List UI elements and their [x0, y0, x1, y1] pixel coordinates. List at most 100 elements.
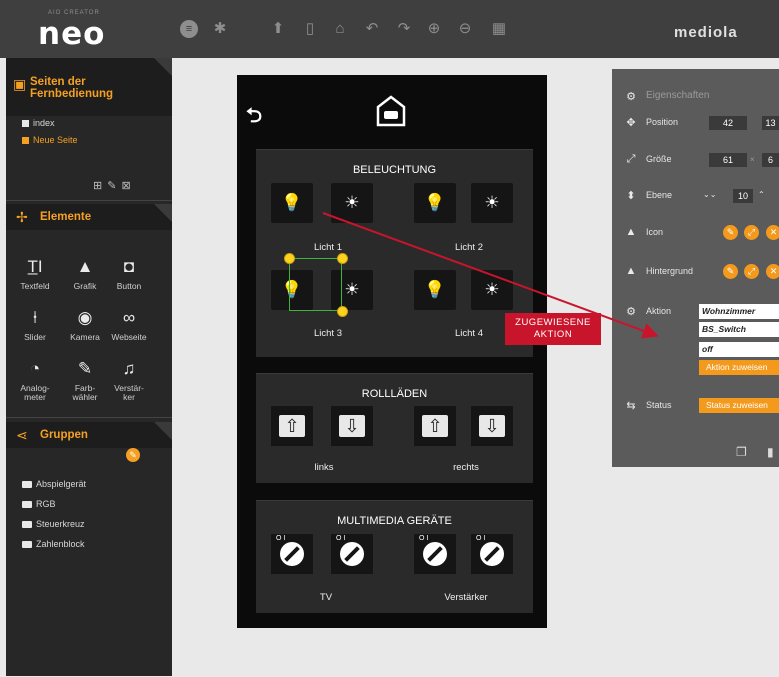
- grid-icon[interactable]: ▦: [490, 20, 508, 38]
- gauge-icon: ◔: [29, 359, 41, 378]
- page-item-neue-seite[interactable]: Neue Seite: [22, 135, 78, 145]
- delete-icon[interactable]: ▮: [767, 445, 774, 459]
- size-height-input[interactable]: 6: [762, 153, 779, 167]
- music-note-icon: ♫: [122, 359, 136, 378]
- element-grafik[interactable]: ▲ Grafik: [62, 256, 108, 291]
- power-on-button[interactable]: O I: [471, 534, 513, 574]
- light-on-button[interactable]: ☀: [331, 183, 373, 223]
- element-textfeld[interactable]: T̲I Textfeld: [12, 256, 58, 291]
- action-room-field[interactable]: Wohnzimmer: [699, 304, 779, 319]
- resize-icon: ⤢: [626, 153, 636, 165]
- copy-icon[interactable]: ❐: [736, 445, 747, 459]
- element-analogmeter[interactable]: ◔ Analog- meter: [12, 358, 58, 402]
- undo-icon[interactable]: ↶: [363, 20, 381, 38]
- device-label: TV: [319, 592, 333, 603]
- page-actions: ⊞✎⊠: [93, 179, 136, 192]
- bulb-on-icon: ☀: [344, 193, 360, 212]
- settings-icon[interactable]: ✱: [211, 20, 229, 38]
- level-input[interactable]: 10: [733, 189, 753, 203]
- phone-icon[interactable]: ▯: [301, 20, 319, 38]
- delete-page-icon[interactable]: ⊠: [121, 180, 135, 192]
- position-icon: ✥: [626, 117, 636, 129]
- arrow-up-icon: ⇧: [279, 415, 305, 437]
- element-verstaerker[interactable]: ♫ Verstär- ker: [106, 358, 152, 402]
- groups-icon: ⋖: [16, 427, 28, 443]
- level-up-icon[interactable]: ⌃: [758, 190, 765, 199]
- element-kamera[interactable]: ◉ Kamera: [62, 307, 108, 342]
- group-item[interactable]: Steuerkreuz: [22, 519, 85, 529]
- text-field-icon: T̲I: [27, 257, 43, 276]
- element-slider[interactable]: ⍿ Slider: [12, 307, 58, 342]
- slider-icon: ⍿: [32, 308, 38, 327]
- group-title: ROLLLÄDEN: [361, 388, 428, 400]
- device-label: links: [314, 462, 334, 473]
- device-label: Licht 1: [314, 242, 342, 253]
- power-off-button[interactable]: O I: [271, 534, 313, 574]
- home-icon[interactable]: [376, 95, 406, 127]
- back-icon[interactable]: ⮌: [246, 101, 262, 135]
- page-item-index[interactable]: index: [22, 118, 55, 128]
- power-off-button[interactable]: O I: [414, 534, 456, 574]
- device-label: Verstärker: [444, 592, 488, 603]
- group-item[interactable]: RGB: [22, 499, 56, 509]
- position-x-input[interactable]: 42: [709, 116, 747, 130]
- group-item[interactable]: Zahlenblock: [22, 539, 85, 549]
- shutter-down-button[interactable]: ⇩: [331, 406, 373, 446]
- edit-page-icon[interactable]: ✎: [107, 180, 121, 192]
- elements-icon: ✢: [16, 209, 28, 225]
- close-icon[interactable]: ✕: [766, 264, 779, 279]
- resize-handle[interactable]: [284, 253, 295, 264]
- zoom-in-icon[interactable]: ⊕: [425, 20, 443, 38]
- bulb-icon: 💡: [281, 193, 303, 212]
- zoom-out-icon[interactable]: ⊖: [456, 20, 474, 38]
- group-item[interactable]: Abspielgerät: [22, 479, 86, 489]
- edit-groups-icon[interactable]: ✎: [126, 448, 140, 462]
- image-icon: ▲: [625, 226, 637, 238]
- light-off-button[interactable]: 💡: [271, 183, 313, 223]
- device-label: Licht 4: [455, 328, 483, 339]
- size-width-input[interactable]: 61: [709, 153, 747, 167]
- assign-action-button[interactable]: Aktion zuweisen: [699, 360, 779, 375]
- power-on-button[interactable]: O I: [331, 534, 373, 574]
- element-farbwaehler[interactable]: ✎ Farb- wähler: [62, 358, 108, 402]
- add-page-icon[interactable]: ⊞: [93, 180, 107, 192]
- assign-status-button[interactable]: Status zuweisen: [699, 398, 779, 413]
- light-off-button[interactable]: 💡: [414, 270, 456, 310]
- background-image-icon: ▲: [625, 265, 637, 277]
- light-off-button[interactable]: 💡: [414, 183, 456, 223]
- separator-x-icon: ×: [750, 155, 755, 164]
- light-on-button[interactable]: ☀: [471, 270, 513, 310]
- edit-icon[interactable]: ✎: [723, 264, 738, 279]
- shutter-down-button[interactable]: ⇩: [471, 406, 513, 446]
- camera-icon: ◉: [77, 308, 93, 327]
- resize-handle[interactable]: [337, 253, 348, 264]
- expand-icon[interactable]: ⤢: [744, 225, 759, 240]
- close-icon[interactable]: ✕: [766, 225, 779, 240]
- shutter-up-button[interactable]: ⇧: [414, 406, 456, 446]
- arrow-down-icon: ⇩: [479, 415, 505, 437]
- pages-section-header: ▣ Seiten der Fernbedienung: [6, 58, 172, 116]
- power-knob-icon: [423, 542, 447, 566]
- level-down-icon[interactable]: ⌄⌄: [703, 190, 716, 199]
- action-command-field[interactable]: off: [699, 342, 779, 357]
- edit-icon[interactable]: ✎: [723, 225, 738, 240]
- position-y-input[interactable]: 13: [762, 116, 779, 130]
- element-webseite[interactable]: ∞ Webseite: [106, 307, 152, 342]
- layer-icon: ⬍: [626, 190, 636, 202]
- redo-icon[interactable]: ↷: [395, 20, 413, 38]
- home-icon[interactable]: ⌂: [331, 20, 349, 38]
- properties-title: Eigenschaften: [646, 90, 710, 101]
- expand-icon[interactable]: ⤢: [744, 264, 759, 279]
- resize-handle[interactable]: [337, 306, 348, 317]
- elements-section-header: ✢ Elemente: [6, 204, 172, 230]
- upload-icon[interactable]: ⬆: [269, 20, 287, 38]
- element-button[interactable]: ◘ Button: [106, 256, 152, 291]
- bulb-on-icon: ☀: [344, 280, 360, 299]
- shutter-up-button[interactable]: ⇧: [271, 406, 313, 446]
- light-on-button[interactable]: ☀: [471, 183, 513, 223]
- selection-box[interactable]: [289, 258, 342, 311]
- groups-section-header: ⋖ Gruppen: [6, 422, 172, 448]
- pages-title: Seiten der Fernbedienung: [30, 76, 114, 100]
- menu-icon[interactable]: ≡: [180, 20, 198, 38]
- action-device-field[interactable]: BS_Switch: [699, 322, 779, 337]
